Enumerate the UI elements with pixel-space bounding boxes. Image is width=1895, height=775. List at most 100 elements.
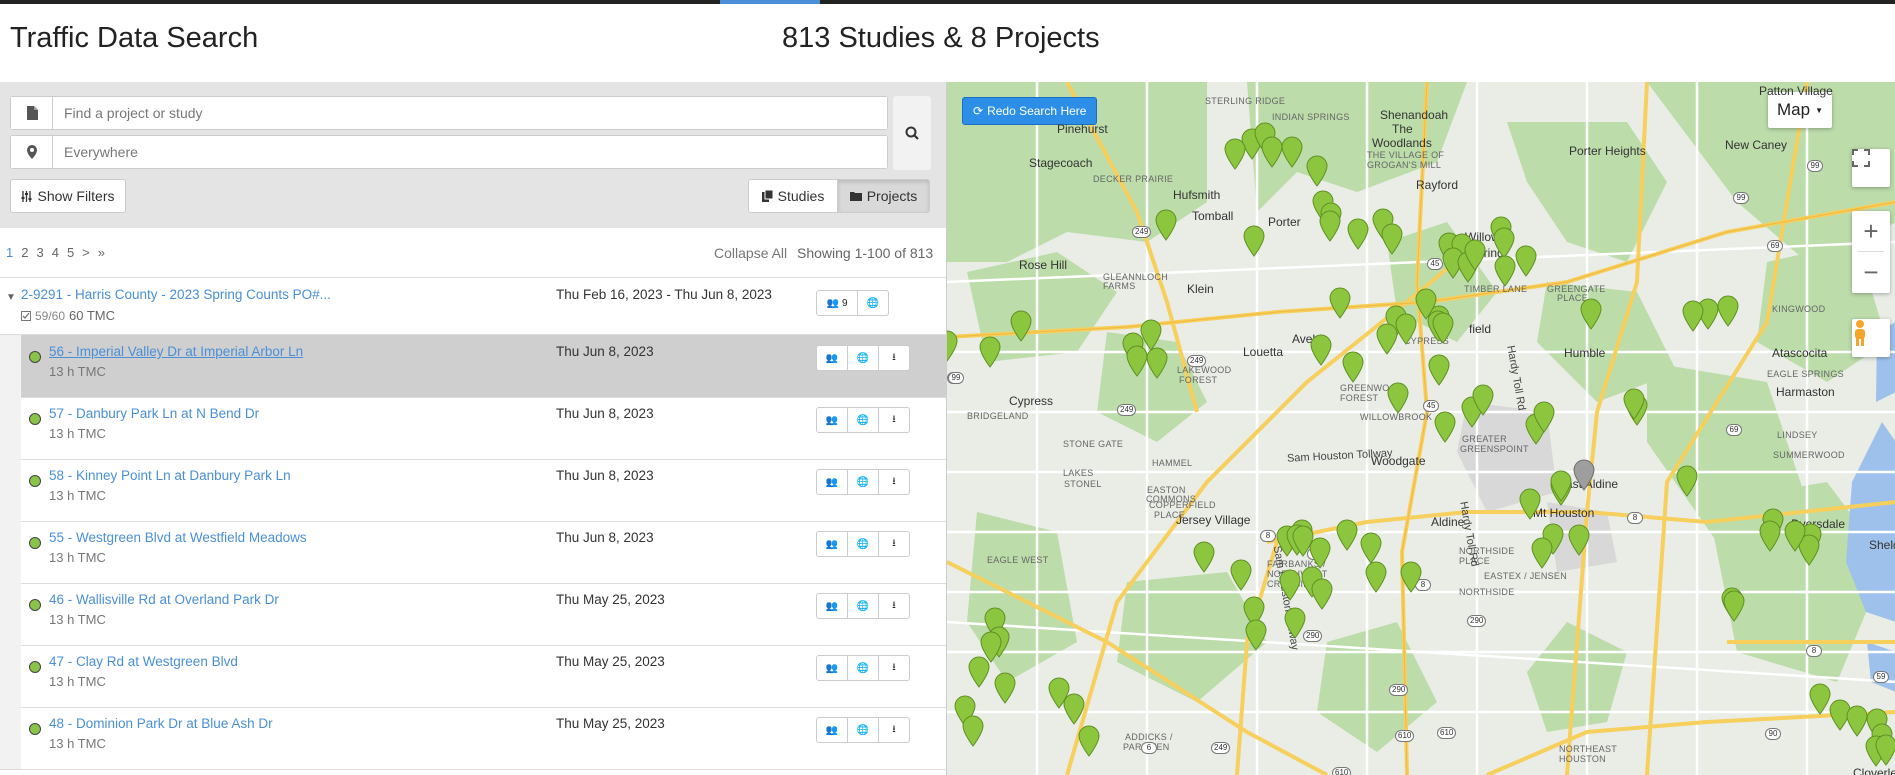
map-pin-icon[interactable]	[1676, 465, 1698, 497]
study-row[interactable]: 46 - Wallisville Rd at Overland Park Dr 1…	[0, 583, 946, 646]
map-pin-icon[interactable]	[1193, 541, 1215, 573]
study-row[interactable]: 58 - Kinney Point Ln at Danbury Park Ln 1…	[0, 459, 946, 522]
query-input[interactable]	[54, 97, 887, 129]
map-pin-icon[interactable]	[1243, 225, 1265, 257]
download-button[interactable]: ⭳	[878, 345, 910, 371]
project-row[interactable]: ▼ 2-9291 - Harris County - 2023 Spring C…	[0, 278, 946, 335]
download-button[interactable]: ⭳	[878, 469, 910, 495]
map-pin-icon[interactable]	[1261, 136, 1283, 168]
map-pin-icon[interactable]	[1319, 210, 1341, 242]
map-pin-icon[interactable]	[1245, 619, 1267, 651]
study-title-link[interactable]: 47 - Clay Rd at Westgreen Blvd	[49, 654, 238, 669]
map-pin-icon[interactable]	[1568, 524, 1590, 556]
map-pin-icon[interactable]	[1342, 351, 1364, 383]
search-button[interactable]	[893, 96, 931, 170]
map-pin-icon[interactable]	[946, 330, 958, 362]
map-pin-icon[interactable]	[1347, 218, 1369, 250]
map-pin-icon[interactable]	[1623, 388, 1645, 420]
globe-button[interactable]: 🌐	[857, 290, 889, 316]
map-pin-icon[interactable]	[1400, 561, 1422, 593]
study-title-link[interactable]: 56 - Imperial Valley Dr at Imperial Arbo…	[49, 344, 303, 359]
map-pin-icon[interactable]	[1432, 312, 1454, 344]
globe-button[interactable]: 🌐	[847, 345, 879, 371]
map-pin-icon[interactable]	[1230, 559, 1252, 591]
map-pin-icon[interactable]	[1311, 578, 1333, 610]
team-button[interactable]: 👥	[816, 717, 848, 743]
fullscreen-button[interactable]	[1852, 149, 1890, 187]
selected-map-pin-icon[interactable]	[1573, 459, 1595, 491]
study-title-link[interactable]: 58 - Kinney Point Ln at Danbury Park Ln	[49, 468, 291, 483]
page-link-1[interactable]: 1	[6, 245, 13, 260]
page-last-link[interactable]: »	[98, 245, 105, 260]
map-pin-icon[interactable]	[1284, 607, 1306, 639]
map-pin-icon[interactable]	[1078, 725, 1100, 757]
team-button[interactable]: 👥	[816, 345, 848, 371]
study-row[interactable]: 57 - Danbury Park Ln at N Bend Dr 13 h TM…	[0, 397, 946, 460]
team-button[interactable]: 👥	[816, 407, 848, 433]
map-pin-icon[interactable]	[1472, 384, 1494, 416]
location-input[interactable]	[54, 136, 887, 168]
show-filters-button[interactable]: Show Filters	[10, 179, 126, 213]
team-button[interactable]: 👥	[816, 531, 848, 557]
map-pin-icon[interactable]	[1376, 323, 1398, 355]
study-title-link[interactable]: 48 - Dominion Park Dr at Blue Ash Dr	[49, 716, 273, 731]
study-row[interactable]: 55 - Westgreen Blvd at Westfield Meadows…	[0, 521, 946, 584]
globe-button[interactable]: 🌐	[847, 469, 879, 495]
map-pin-icon[interactable]	[1279, 569, 1301, 601]
download-button[interactable]: ⭳	[878, 531, 910, 557]
street-view-pegman[interactable]	[1852, 319, 1890, 357]
globe-button[interactable]: 🌐	[847, 593, 879, 619]
map-view[interactable]: ⟳ Redo Search Here Map ▼ + − Patton Vill…	[946, 82, 1895, 775]
studies-toggle[interactable]: Studies	[748, 179, 838, 213]
page-link-5[interactable]: 5	[67, 245, 74, 260]
map-pin-icon[interactable]	[1682, 300, 1704, 332]
map-pin-icon[interactable]	[1515, 245, 1537, 277]
map-pin-icon[interactable]	[1381, 223, 1403, 255]
map-pin-icon[interactable]	[1365, 561, 1387, 593]
map-pin-icon[interactable]	[1784, 520, 1806, 552]
page-link-4[interactable]: 4	[52, 245, 59, 260]
map-pin-icon[interactable]	[1759, 520, 1781, 552]
map-pin-icon[interactable]	[994, 672, 1016, 704]
map-pin-icon[interactable]	[1550, 470, 1572, 502]
map-pin-icon[interactable]	[1063, 693, 1085, 725]
map-pin-icon[interactable]	[1533, 401, 1555, 433]
study-title-link[interactable]: 57 - Danbury Park Ln at N Bend Dr	[49, 406, 259, 421]
study-row[interactable]: 56 - Imperial Valley Dr at Imperial Arbo…	[0, 335, 946, 398]
map-pin-icon[interactable]	[1010, 310, 1032, 342]
map-pin-icon[interactable]	[1387, 382, 1409, 414]
projects-toggle[interactable]: Projects	[837, 179, 930, 213]
map-pin-icon[interactable]	[1494, 255, 1516, 287]
download-button[interactable]: ⭳	[878, 407, 910, 433]
map-pin-icon[interactable]	[1428, 354, 1450, 386]
map-pin-icon[interactable]	[968, 656, 990, 688]
redo-search-button[interactable]: ⟳ Redo Search Here	[962, 97, 1098, 125]
map-pin-icon[interactable]	[1809, 683, 1831, 715]
map-pin-icon[interactable]	[1126, 345, 1148, 377]
page-link-2[interactable]: 2	[21, 245, 28, 260]
team-button[interactable]: 👥	[816, 593, 848, 619]
map-pin-icon[interactable]	[1717, 295, 1739, 327]
globe-button[interactable]: 🌐	[847, 531, 879, 557]
team-button[interactable]: 👥	[816, 469, 848, 495]
page-link-3[interactable]: 3	[36, 245, 43, 260]
download-button[interactable]: ⭳	[878, 717, 910, 743]
map-pin-icon[interactable]	[1464, 239, 1486, 271]
map-pin-icon[interactable]	[1360, 532, 1382, 564]
map-pin-icon[interactable]	[1146, 347, 1168, 379]
map-pin-icon[interactable]	[1281, 136, 1303, 168]
map-pin-icon[interactable]	[1875, 734, 1895, 766]
map-pin-icon[interactable]	[1309, 537, 1331, 569]
map-pin-icon[interactable]	[1846, 705, 1868, 737]
study-row[interactable]: 48 - Dominion Park Dr at Blue Ash Dr 13 h…	[0, 707, 946, 770]
project-title-link[interactable]: 2-9291 - Harris County - 2023 Spring Cou…	[21, 287, 331, 302]
map-pin-icon[interactable]	[1723, 590, 1745, 622]
study-title-link[interactable]: 46 - Wallisville Rd at Overland Park Dr	[49, 592, 279, 607]
team-button[interactable]: 👥 9	[816, 290, 858, 316]
download-button[interactable]: ⭳	[878, 655, 910, 681]
map-pin-icon[interactable]	[1395, 313, 1417, 345]
zoom-in-button[interactable]: +	[1852, 211, 1890, 251]
map-pin-icon[interactable]	[979, 336, 1001, 368]
study-title-link[interactable]: 55 - Westgreen Blvd at Westfield Meadows	[49, 530, 307, 545]
study-row[interactable]: 47 - Clay Rd at Westgreen Blvd 13 h TMC Th…	[0, 645, 946, 708]
